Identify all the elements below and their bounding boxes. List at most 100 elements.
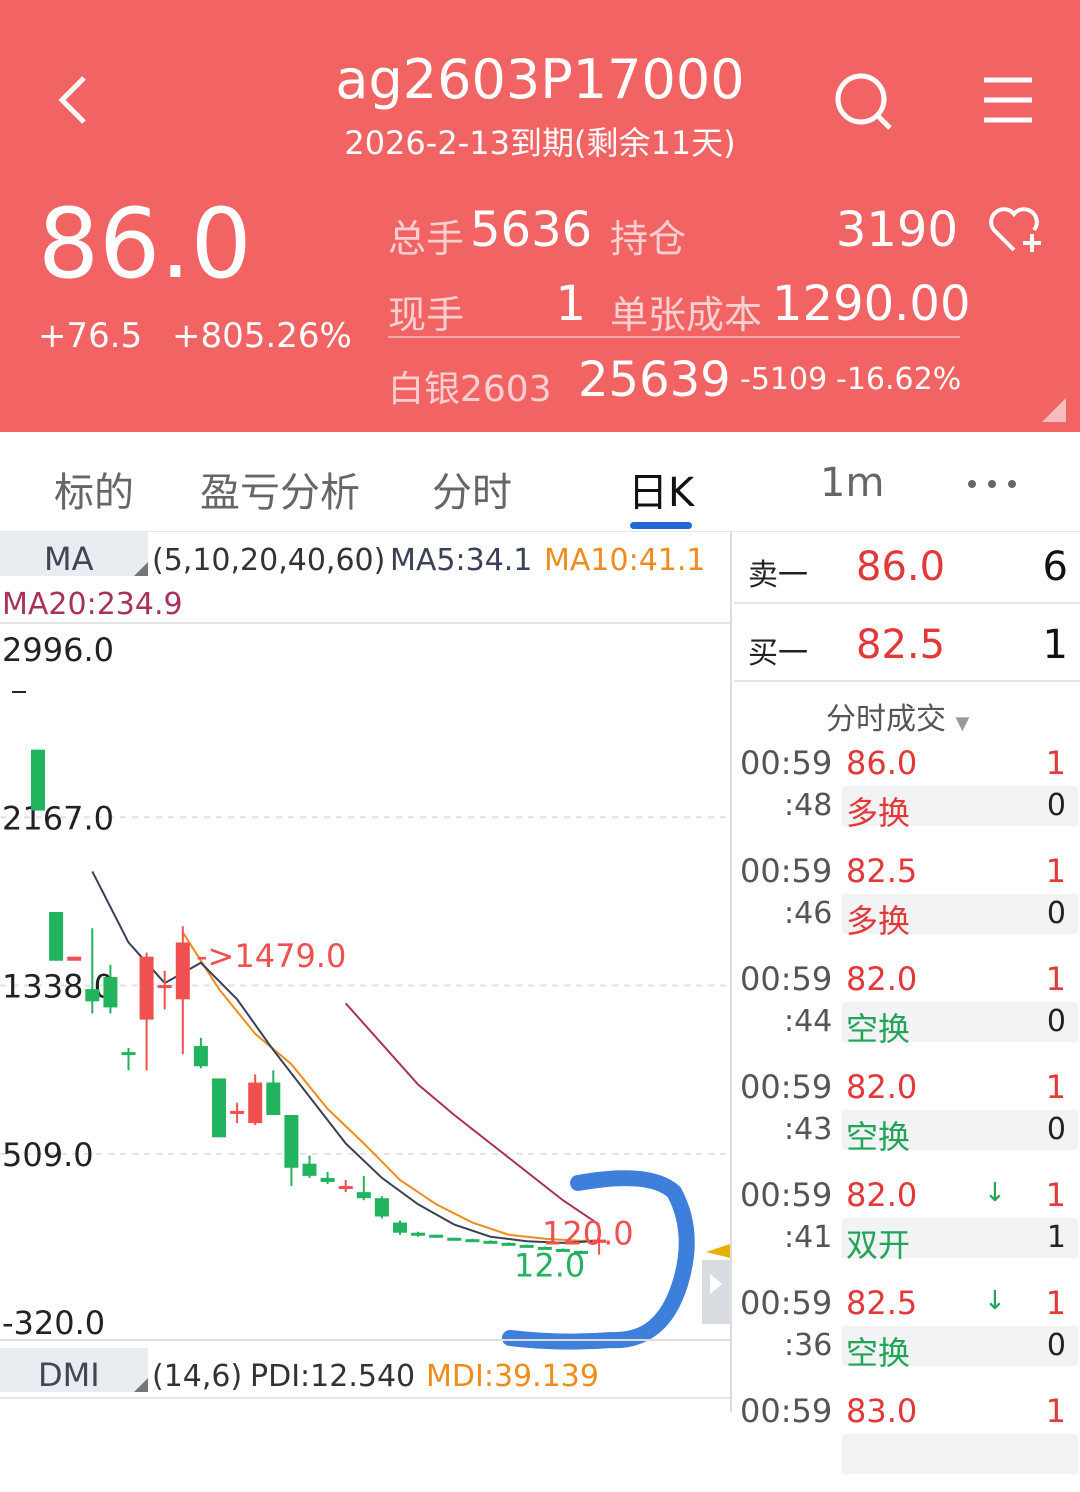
- trade-sec: :41: [784, 1220, 833, 1255]
- trade-oi: 0: [1046, 1004, 1066, 1039]
- trade-item: 00:59 86.0 1:48 多换 0: [734, 744, 1080, 844]
- trades-title[interactable]: 分时成交 ▼: [826, 694, 969, 738]
- current-volume-value: 1: [555, 276, 586, 332]
- more-icon[interactable]: [966, 476, 1018, 490]
- quote-header: ag2603P17000 2026-2-13到期(剩余11天) 86.0 +76…: [0, 0, 1080, 432]
- trade-type: 空换: [846, 1010, 911, 1048]
- contract-title: ag2603P17000: [335, 48, 745, 111]
- bid-label: 买一: [748, 636, 808, 671]
- trade-sec: :36: [784, 1328, 833, 1363]
- trade-type: 空换: [846, 1334, 911, 1372]
- trade-arrow-icon: ↓: [984, 1178, 1006, 1208]
- underlying-price: 25639: [578, 352, 731, 408]
- corner-triangle-icon[interactable]: [1042, 398, 1066, 422]
- trade-time: 00:59: [740, 960, 833, 998]
- trade-oi: 0: [1046, 788, 1066, 823]
- tab-1m[interactable]: 1m: [820, 460, 884, 506]
- trades-title-label: 分时成交: [826, 702, 946, 737]
- tab-intraday[interactable]: 分时: [432, 460, 512, 518]
- candle-body: [465, 1239, 480, 1243]
- bid-price: 82.5: [856, 622, 946, 668]
- candle-body: [248, 1082, 263, 1124]
- dmi-params: (14,6): [152, 1359, 242, 1394]
- header-divider: [388, 336, 960, 338]
- ask-row: 卖一 86.0 6: [734, 532, 1080, 604]
- trade-price: 82.0: [846, 960, 918, 998]
- candle-body: [447, 1237, 462, 1241]
- kline-chart[interactable]: MA (5,10,20,40,60) MA5:34.1 MA10:41.1 MA20:2…: [0, 532, 730, 1412]
- low-annotation: 12.0: [514, 1247, 585, 1285]
- y-tick-label: 2167.0: [2, 799, 114, 837]
- trade-price: 86.0: [846, 744, 918, 782]
- chart-scroll-tab: [702, 1260, 730, 1324]
- trade-sec: :43: [784, 1112, 833, 1147]
- candle-body: [193, 1045, 208, 1067]
- kline-chart-panel: MA (5,10,20,40,60) MA5:34.1 MA10:41.1 MA20:2…: [0, 532, 732, 1412]
- candle-body: [121, 1052, 136, 1056]
- ma10-value: MA10:41.1: [544, 543, 705, 578]
- tab-underlying[interactable]: 标的: [54, 460, 134, 518]
- tab-daily-k[interactable]: 日K: [628, 460, 694, 518]
- trade-oi: 1: [1046, 1220, 1066, 1255]
- ask-qty: 6: [1042, 544, 1068, 590]
- candle-body: [230, 1110, 245, 1114]
- candle-body: [501, 1242, 516, 1246]
- search-icon[interactable]: [832, 70, 896, 134]
- trade-sec: :46: [784, 896, 833, 931]
- trade-qty: 1: [1045, 960, 1066, 998]
- total-volume-label: 总手: [388, 217, 465, 261]
- candle-body: [320, 1177, 335, 1182]
- trade-qty: 1: [1045, 1284, 1066, 1322]
- menu-icon[interactable]: [980, 72, 1036, 128]
- ask-label: 卖一: [748, 558, 808, 593]
- candle-body: [157, 985, 172, 989]
- dmi-pdi: PDI:12.540: [250, 1359, 415, 1394]
- dropdown-icon: ▼: [955, 713, 970, 734]
- candle-body: [338, 1186, 353, 1190]
- trade-type: 多换: [846, 902, 911, 940]
- dmi-mdi: MDI:39.139: [426, 1359, 599, 1394]
- candle-body: [411, 1232, 426, 1236]
- trade-time: 00:59: [740, 1392, 833, 1430]
- trade-qty: 1: [1045, 1068, 1066, 1106]
- trade-oi: 0: [1046, 896, 1066, 931]
- unit-cost-value: 1290.00: [772, 276, 971, 332]
- trade-price: 82.0: [846, 1068, 918, 1106]
- trade-qty: 1: [1045, 1392, 1066, 1430]
- trade-item: 00:59 82.0 1:44 空换 0: [734, 960, 1080, 1060]
- expiry-subtitle: 2026-2-13到期(剩余11天): [344, 124, 736, 162]
- candle-body: [302, 1163, 317, 1176]
- bid-row: 买一 82.5 1: [734, 604, 1080, 682]
- ma10-line: [181, 931, 600, 1242]
- underlying-label[interactable]: 白银2603: [388, 360, 552, 412]
- favorite-add-icon[interactable]: [988, 204, 1048, 256]
- candle-body: [139, 956, 154, 1020]
- candle-body: [284, 1114, 299, 1168]
- price-change-pct: +805.26%: [172, 316, 352, 356]
- trade-oi: 0: [1046, 1112, 1066, 1147]
- candle-body: [175, 942, 190, 1000]
- trade-price: 82.5: [846, 1284, 918, 1322]
- open-interest-value: 3190: [835, 202, 958, 258]
- trade-item: 00:59 83.0 1: [734, 1392, 1080, 1492]
- trade-type: 双开: [846, 1226, 911, 1264]
- trade-oi: 0: [1046, 1328, 1066, 1363]
- trade-time: 00:59: [740, 1284, 833, 1322]
- trade-sec: :48: [784, 788, 833, 823]
- trade-qty: 1: [1045, 1176, 1066, 1214]
- trade-time: 00:59: [740, 744, 833, 782]
- candle-body: [393, 1222, 407, 1233]
- ask-price: 86.0: [856, 544, 946, 590]
- trade-price: 83.0: [846, 1392, 918, 1430]
- ma20-line: [344, 1002, 600, 1226]
- underlying-change: -5109: [740, 362, 828, 397]
- trade-qty: 1: [1045, 852, 1066, 890]
- ma-name: MA: [44, 540, 94, 578]
- unit-cost-label: 单张成本: [610, 293, 763, 337]
- trade-qty: 1: [1045, 744, 1066, 782]
- tab-pnl-analysis[interactable]: 盈亏分析: [200, 460, 360, 518]
- latest-price-marker-icon: [706, 1244, 730, 1258]
- bid-qty: 1: [1042, 622, 1068, 668]
- y-tick-label: -320.0: [2, 1304, 105, 1342]
- trade-time: 00:59: [740, 852, 833, 890]
